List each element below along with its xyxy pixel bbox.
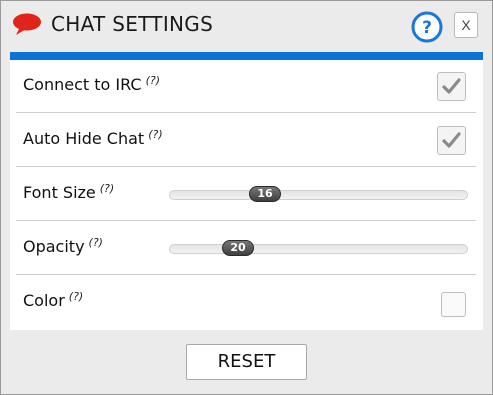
dialog-title: CHAT SETTINGS [51, 12, 214, 36]
auto-hide-chat-label-text: Auto Hide Chat [23, 129, 145, 148]
auto-hide-chat-checkbox[interactable] [437, 126, 466, 155]
setting-row-auto-hide-chat: Auto Hide Chat (?) [10, 114, 483, 167]
setting-row-color: Color (?) [10, 276, 483, 329]
connect-irc-label-text: Connect to IRC [23, 75, 142, 94]
setting-row-opacity: Opacity (?) 20 [10, 222, 483, 275]
opacity-slider-track[interactable] [169, 244, 468, 254]
titlebar: CHAT SETTINGS ? X [1, 1, 492, 49]
accent-bar [10, 52, 483, 60]
auto-hide-chat-help-hint[interactable]: (?) [148, 128, 162, 141]
connect-irc-help-hint[interactable]: (?) [146, 74, 160, 87]
row-divider [16, 112, 476, 113]
connect-irc-label: Connect to IRC (?) [23, 74, 160, 97]
speech-bubble-icon [12, 12, 42, 36]
color-label: Color (?) [23, 290, 83, 313]
row-divider [16, 220, 476, 221]
font-size-label-text: Font Size [23, 183, 96, 202]
row-divider [16, 274, 476, 275]
opacity-label-text: Opacity [23, 237, 85, 256]
opacity-label: Opacity (?) [23, 236, 103, 259]
opacity-slider-handle[interactable]: 20 [222, 240, 254, 256]
color-help-hint[interactable]: (?) [69, 290, 83, 303]
setting-row-font-size: Font Size (?) 16 [10, 168, 483, 221]
color-label-text: Color [23, 291, 65, 310]
font-size-label: Font Size (?) [23, 182, 114, 205]
setting-row-connect-irc: Connect to IRC (?) [10, 60, 483, 113]
color-checkbox[interactable] [441, 292, 466, 317]
close-button[interactable]: X [454, 12, 478, 38]
question-circle-icon[interactable]: ? [411, 11, 443, 47]
font-size-slider-track[interactable] [169, 190, 468, 200]
settings-panel: Connect to IRC (?) Auto Hide Chat (?) Fo… [10, 60, 483, 330]
font-size-slider-handle[interactable]: 16 [249, 186, 281, 202]
help-button[interactable]: ? [411, 11, 443, 43]
connect-irc-checkbox[interactable] [437, 72, 466, 101]
row-divider [16, 166, 476, 167]
svg-text:?: ? [422, 18, 432, 38]
chat-settings-dialog: CHAT SETTINGS ? X Connect to IRC (?) Aut… [0, 0, 493, 395]
auto-hide-chat-label: Auto Hide Chat (?) [23, 128, 163, 151]
opacity-help-hint[interactable]: (?) [89, 236, 103, 249]
font-size-help-hint[interactable]: (?) [100, 182, 114, 195]
reset-button[interactable]: RESET [186, 344, 307, 380]
